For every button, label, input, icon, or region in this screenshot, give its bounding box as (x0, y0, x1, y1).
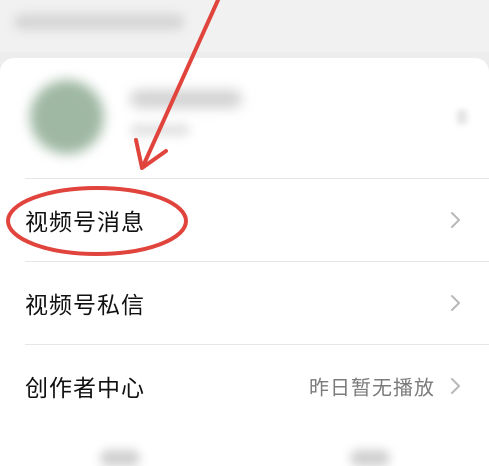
blurred-bottom-item (100, 450, 140, 466)
blurred-profile-subtitle (130, 124, 190, 136)
chevron-right-icon (451, 295, 460, 311)
blurred-header-text (14, 14, 184, 30)
blurred-chevron-icon (457, 110, 467, 124)
blurred-bottom-item (350, 450, 390, 466)
menu-item-label: 视频号私信 (25, 293, 145, 319)
chevron-right-icon (451, 378, 460, 394)
blurred-header (0, 0, 489, 52)
menu-item-channels-private-messages[interactable]: 视频号私信 (0, 262, 489, 344)
avatar (30, 80, 104, 154)
menu-item-label: 视频号消息 (25, 210, 145, 236)
profile-row[interactable] (0, 58, 489, 178)
settings-card: 视频号消息 视频号私信 创作者中心 昨日暂无播放 (0, 58, 489, 466)
menu-item-creator-center[interactable]: 创作者中心 昨日暂无播放 (0, 345, 489, 427)
menu-item-label: 创作者中心 (25, 376, 145, 402)
menu-item-status-text: 昨日暂无播放 (309, 375, 435, 400)
menu-item-channels-messages[interactable]: 视频号消息 (0, 179, 489, 261)
screen: 视频号消息 视频号私信 创作者中心 昨日暂无播放 (0, 0, 489, 466)
blurred-profile-name (130, 90, 242, 108)
chevron-right-icon (451, 212, 460, 228)
